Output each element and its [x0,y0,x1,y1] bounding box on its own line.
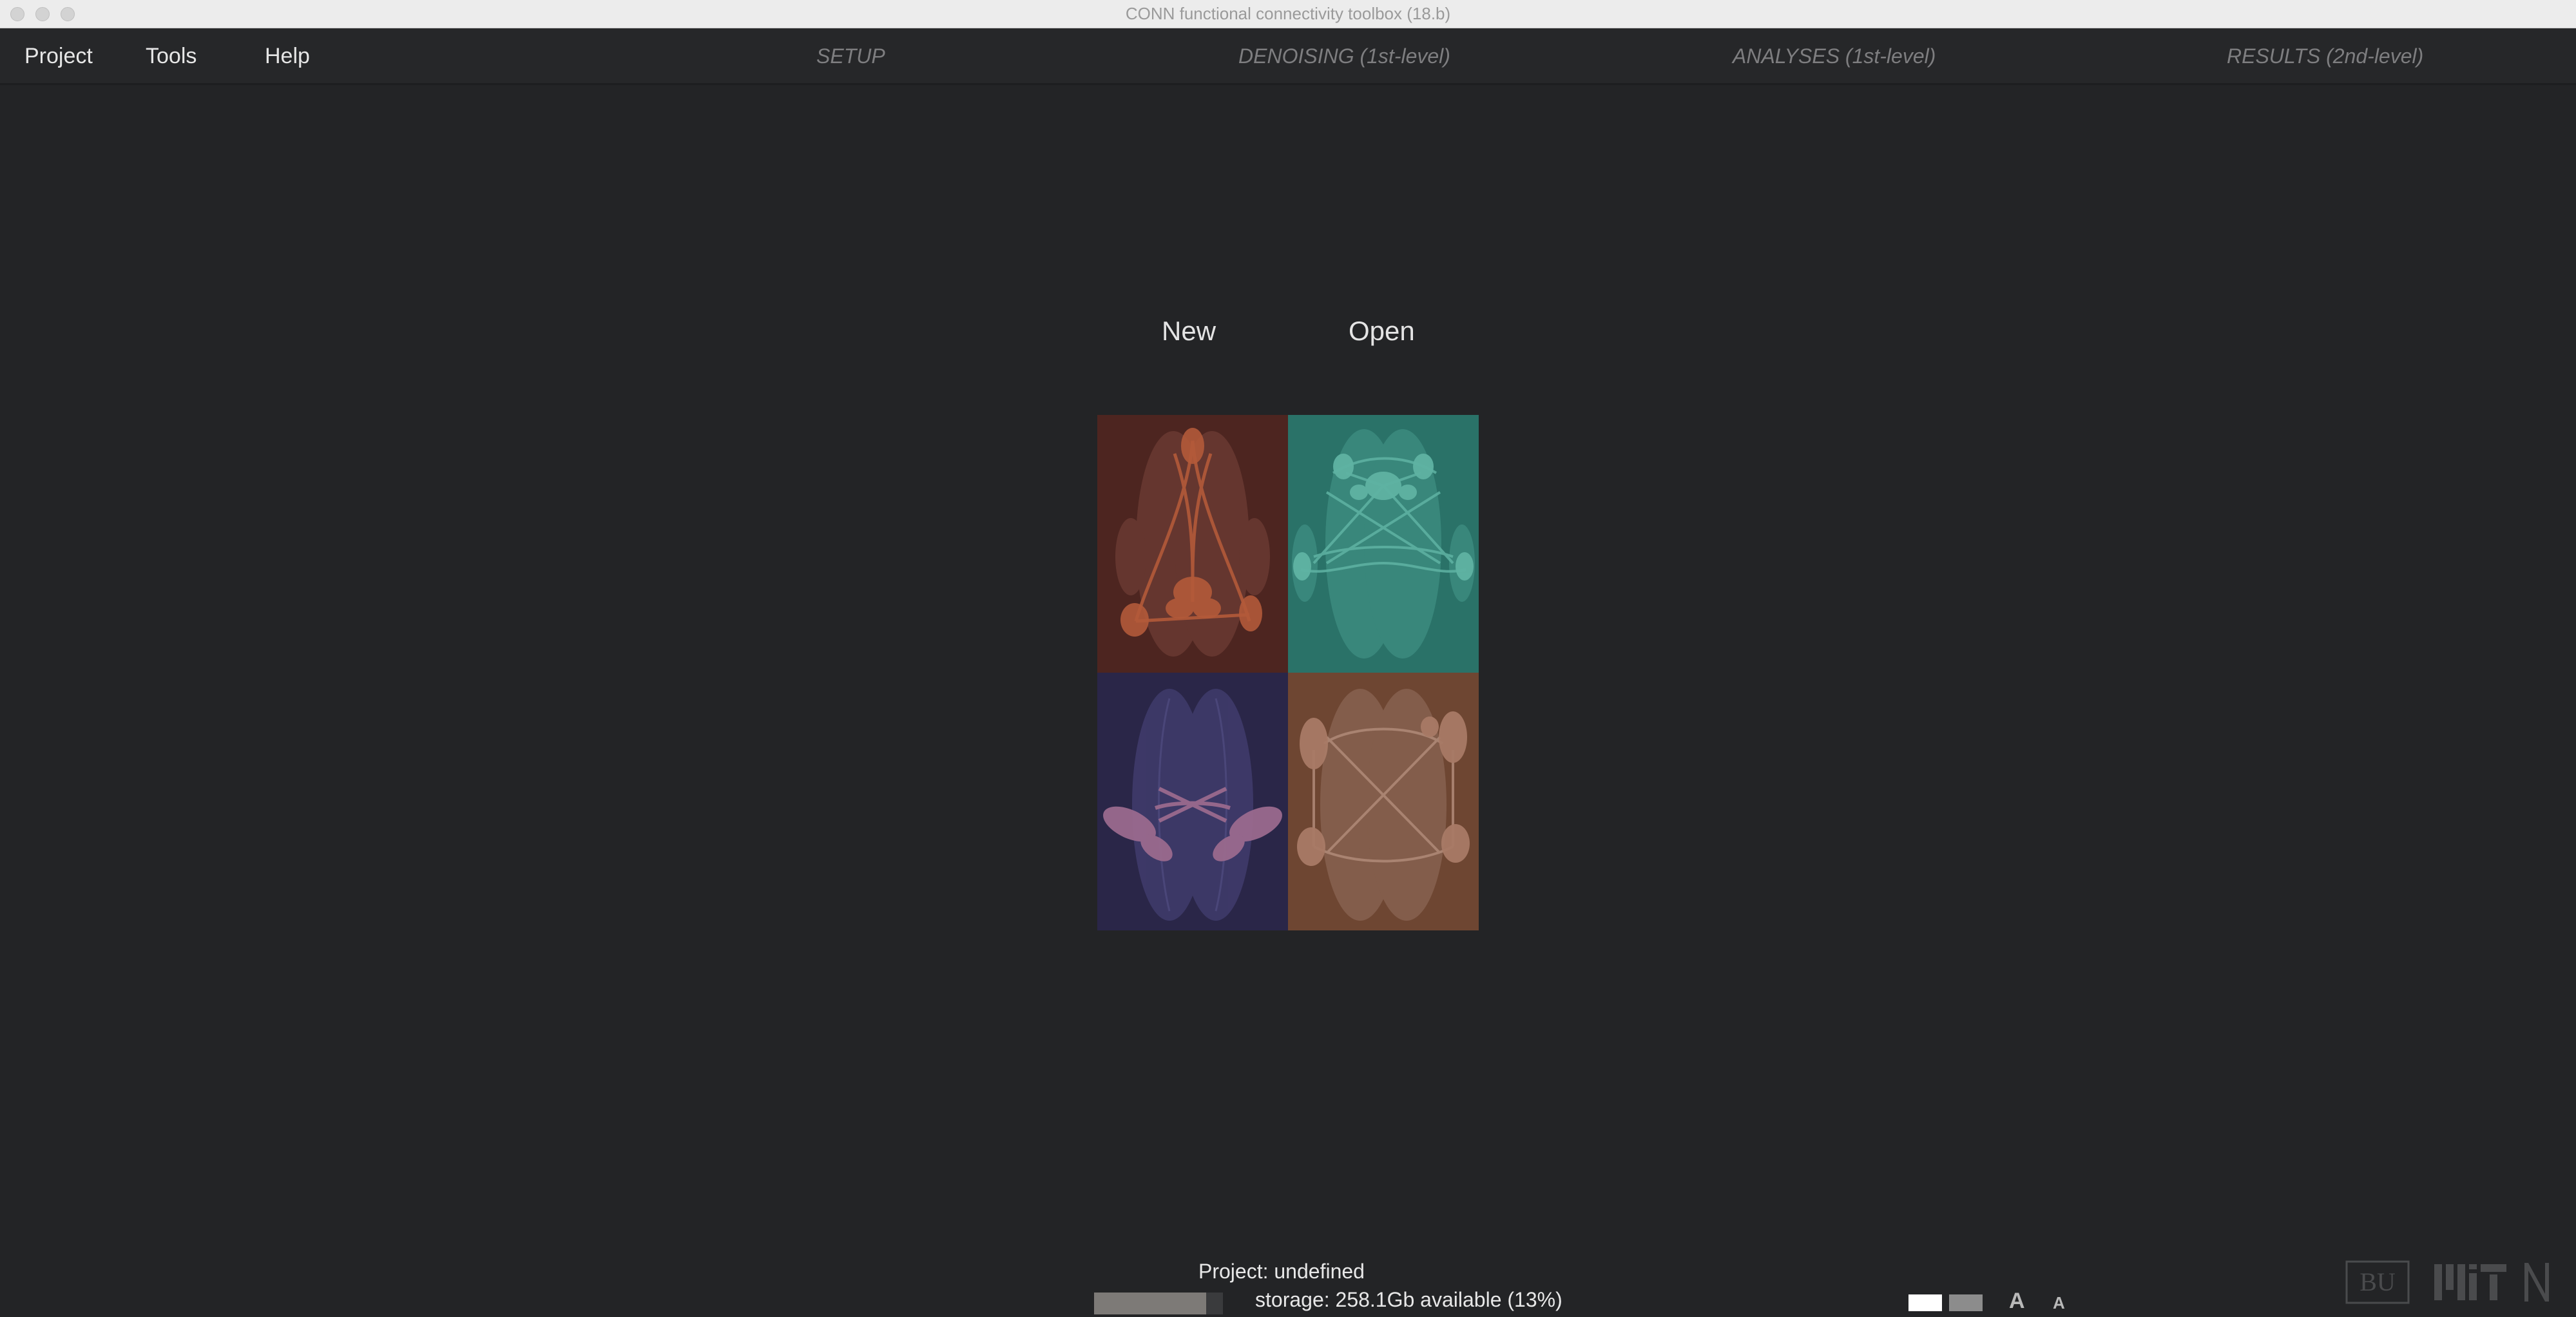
gray-theme-swatch[interactable] [1949,1294,1983,1311]
tab-setup[interactable]: SETUP [816,28,885,85]
tab-denoising[interactable]: DENOISING (1st-level) [1238,28,1450,85]
tab-results[interactable]: RESULTS (2nd-level) [2227,28,2423,85]
font-size-increase-button[interactable]: A [2009,1289,2025,1314]
project-status: Project: undefined [1198,1260,1365,1283]
brain-tiles-grid [1097,415,1479,930]
window-title-bar: CONN functional connectivity toolbox (18… [0,0,2576,28]
menu-tools[interactable]: Tools [146,28,197,85]
storage-usage-bar [1094,1293,1223,1314]
menu-project[interactable]: Project [24,28,93,85]
light-theme-swatch[interactable] [1908,1294,1942,1311]
font-size-decrease-button[interactable]: A [2053,1293,2065,1313]
brain-icon [1288,415,1479,673]
svg-text:BU: BU [2360,1267,2396,1296]
n-logo [2524,1263,2549,1302]
open-project-button[interactable]: Open [1349,316,1415,347]
tab-analyses[interactable]: ANALYSES (1st-level) [1733,28,1936,85]
tile-bottom-right[interactable] [1288,673,1479,930]
mit-logo [2434,1264,2506,1300]
brain-icon [1097,673,1288,930]
window-title: CONN functional connectivity toolbox (18… [1125,4,1451,23]
menu-bar: Project Tools Help SETUP DENOISING (1st-… [0,28,2576,85]
new-project-button[interactable]: New [1162,316,1216,347]
tile-top-right[interactable] [1288,415,1479,673]
brain-icon [1288,673,1479,930]
tile-bottom-left[interactable] [1097,673,1288,930]
tile-top-left[interactable] [1097,415,1288,673]
storage-status: storage: 258.1Gb available (13%) [1255,1288,1562,1311]
storage-usage-fill [1094,1293,1206,1314]
bu-logo: BU [2345,1260,2410,1304]
brain-icon [1097,415,1288,673]
menu-help[interactable]: Help [265,28,310,85]
